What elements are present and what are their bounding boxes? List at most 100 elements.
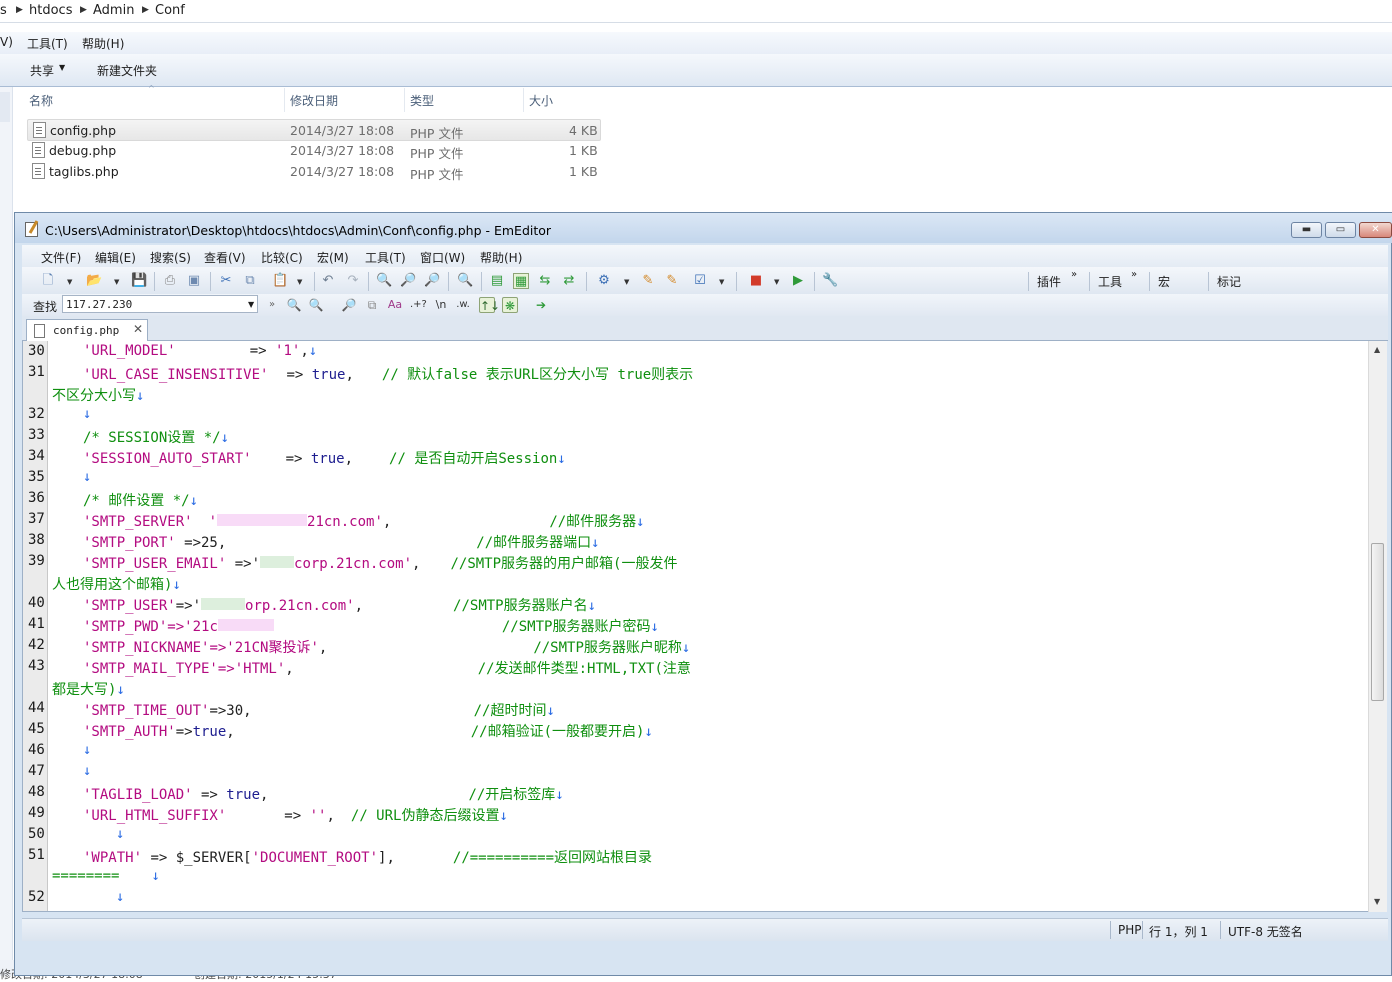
- column-size[interactable]: 大小: [529, 92, 553, 109]
- column-divider[interactable]: [284, 88, 285, 112]
- share-button[interactable]: 共享: [30, 62, 54, 79]
- save-icon[interactable]: 💾: [131, 273, 147, 289]
- search-in-selection-icon[interactable]: ⧉: [364, 297, 380, 313]
- next-arrow-icon[interactable]: ➔: [533, 297, 549, 313]
- properties-all-icon[interactable]: ✎: [664, 273, 680, 289]
- dropdown-arrow-icon[interactable]: ▼: [719, 278, 724, 286]
- stop-macro-icon[interactable]: ■: [748, 273, 764, 289]
- undo-icon[interactable]: ↶: [320, 273, 336, 289]
- nav-pane-item[interactable]: [0, 92, 10, 122]
- chevron-right-icon[interactable]: ▶: [16, 5, 23, 15]
- find-in-files-icon[interactable]: 🔍: [457, 273, 473, 289]
- plugins-toolbar-label[interactable]: 插件: [1037, 273, 1061, 290]
- regex-icon[interactable]: .+?: [410, 297, 427, 313]
- no-wrap-icon[interactable]: ⇄: [561, 273, 577, 289]
- menu-view[interactable]: 查看(V): [204, 249, 246, 266]
- code-editor[interactable]: 30 31 32 33 34 35 36 37 38 39 40 41 42 4…: [22, 341, 1368, 912]
- menu-macro[interactable]: 宏(M): [317, 249, 349, 266]
- copy-icon[interactable]: ⧉: [242, 273, 258, 289]
- menu-window[interactable]: 窗口(W): [420, 249, 465, 266]
- minimize-button[interactable]: ▬: [1291, 222, 1322, 238]
- file-row-taglibs[interactable]: taglibs.php 2014/3/27 18:08 PHP 文件 1 KB: [27, 161, 599, 182]
- paste-icon[interactable]: 📋: [272, 273, 288, 289]
- breadcrumb-htdocs[interactable]: htdocs: [29, 3, 72, 18]
- wrap-by-char-icon[interactable]: ⇆: [537, 273, 553, 289]
- chevron-down-icon[interactable]: ▼: [248, 300, 254, 309]
- scroll-up-icon[interactable]: ▲: [1374, 345, 1380, 354]
- configuration-icon[interactable]: ⚙: [596, 273, 612, 289]
- chevron-more-icon[interactable]: »: [1071, 269, 1077, 280]
- chevron-right-icon[interactable]: ▶: [142, 5, 149, 15]
- tools-toolbar-label[interactable]: 工具: [1098, 273, 1122, 290]
- highlight-search-icon[interactable]: 🔎: [341, 297, 357, 313]
- macro-toolbar-label[interactable]: 宏: [1158, 273, 1170, 290]
- file-row-config[interactable]: config.php 2014/3/27 18:08 PHP 文件 4 KB: [27, 119, 601, 141]
- chevron-more-icon[interactable]: »: [1131, 269, 1137, 280]
- new-file-icon[interactable]: 🗋: [40, 273, 56, 289]
- dropdown-arrow-icon[interactable]: ▼: [297, 278, 302, 286]
- find-previous-icon[interactable]: 🔍: [286, 297, 302, 313]
- markers-toolbar-label[interactable]: 标记: [1217, 273, 1241, 290]
- tab-config-php[interactable]: config.php ✕: [26, 319, 148, 341]
- redo-icon[interactable]: ↷: [345, 273, 361, 289]
- menu-help[interactable]: 帮助(H): [82, 35, 124, 52]
- tools-icon[interactable]: 🔧: [822, 273, 838, 289]
- emeditor-title-bar[interactable]: C:\Users\Administrator\Desktop\htdocs\ht…: [15, 213, 1392, 243]
- menu-edit[interactable]: 编辑(E): [95, 249, 136, 266]
- maximize-button[interactable]: ▭: [1325, 222, 1356, 238]
- match-case-icon[interactable]: Aa: [387, 297, 403, 313]
- breadcrumb-admin[interactable]: Admin: [93, 3, 134, 18]
- customize-icon[interactable]: ☑: [692, 273, 708, 289]
- dropdown-arrow-icon[interactable]: ▼: [67, 278, 72, 286]
- dropdown-arrow-icon[interactable]: ▼: [624, 278, 629, 286]
- run-macro-icon[interactable]: ▶: [790, 273, 806, 289]
- menu-file[interactable]: 文件(F): [41, 249, 81, 266]
- scrollbar-thumb[interactable]: [1371, 543, 1384, 701]
- find-input[interactable]: 117.27.230: [62, 295, 258, 313]
- dropdown-arrow-icon[interactable]: ▼: [114, 278, 119, 286]
- whole-word-icon[interactable]: .w.: [455, 297, 471, 313]
- column-type[interactable]: 类型: [410, 92, 434, 109]
- wrap-by-window-icon[interactable]: ▦: [513, 273, 529, 289]
- find-icon[interactable]: 🔍: [376, 273, 392, 289]
- status-encoding[interactable]: UTF-8 无签名: [1228, 923, 1303, 940]
- menu-compare[interactable]: 比较(C): [261, 249, 303, 266]
- menu-view-partial[interactable]: V): [0, 35, 13, 49]
- scroll-down-icon[interactable]: ▼: [1374, 897, 1380, 906]
- new-folder-button[interactable]: 新建文件夹: [97, 62, 157, 79]
- incremental-search-icon[interactable]: ↑↓: [479, 297, 500, 313]
- cut-icon[interactable]: ✂: [218, 273, 234, 289]
- close-icon[interactable]: ✕: [133, 322, 143, 336]
- breadcrumb-partial[interactable]: s: [0, 3, 7, 18]
- menu-search[interactable]: 搜索(S): [150, 249, 191, 266]
- properties-icon[interactable]: ✎: [640, 273, 656, 289]
- chevron-down-icon[interactable]: ▼: [59, 63, 65, 72]
- file-row-debug[interactable]: debug.php 2014/3/27 18:08 PHP 文件 1 KB: [27, 140, 599, 161]
- column-name[interactable]: 名称: [29, 92, 53, 109]
- chevron-more-icon[interactable]: »: [264, 297, 280, 313]
- escape-sequence-icon[interactable]: \n: [433, 297, 449, 313]
- open-file-icon[interactable]: 📂: [86, 273, 102, 289]
- print-icon[interactable]: ⎙: [162, 273, 178, 289]
- close-on-find-icon[interactable]: ❋: [502, 297, 518, 313]
- close-button[interactable]: ✕: [1359, 222, 1392, 238]
- find-previous-icon[interactable]: 🔎: [424, 273, 440, 289]
- column-divider[interactable]: [523, 88, 524, 112]
- vertical-scrollbar[interactable]: ▲ ▼: [1368, 341, 1387, 912]
- chevron-right-icon[interactable]: ▶: [80, 5, 87, 15]
- explorer-nav-pane[interactable]: [0, 87, 13, 976]
- column-modified[interactable]: 修改日期: [290, 92, 338, 109]
- dropdown-arrow-icon[interactable]: ▼: [774, 278, 779, 286]
- breadcrumb-conf[interactable]: Conf: [155, 3, 185, 18]
- split-window-icon[interactable]: ▤: [489, 273, 505, 289]
- explorer-address-bar[interactable]: s ▶ htdocs ▶ Admin ▶ Conf: [0, 0, 1392, 23]
- menu-tools[interactable]: 工具(T): [365, 249, 406, 266]
- column-divider[interactable]: [404, 88, 405, 112]
- status-position[interactable]: 行 1，列 1: [1149, 923, 1208, 940]
- emeditor-app-icon[interactable]: [25, 222, 38, 237]
- find-next-icon[interactable]: 🔎: [400, 273, 416, 289]
- menu-help[interactable]: 帮助(H): [480, 249, 522, 266]
- status-language[interactable]: PHP: [1118, 923, 1142, 937]
- print-preview-icon[interactable]: ▣: [186, 273, 202, 289]
- find-next-icon[interactable]: 🔍: [308, 297, 324, 313]
